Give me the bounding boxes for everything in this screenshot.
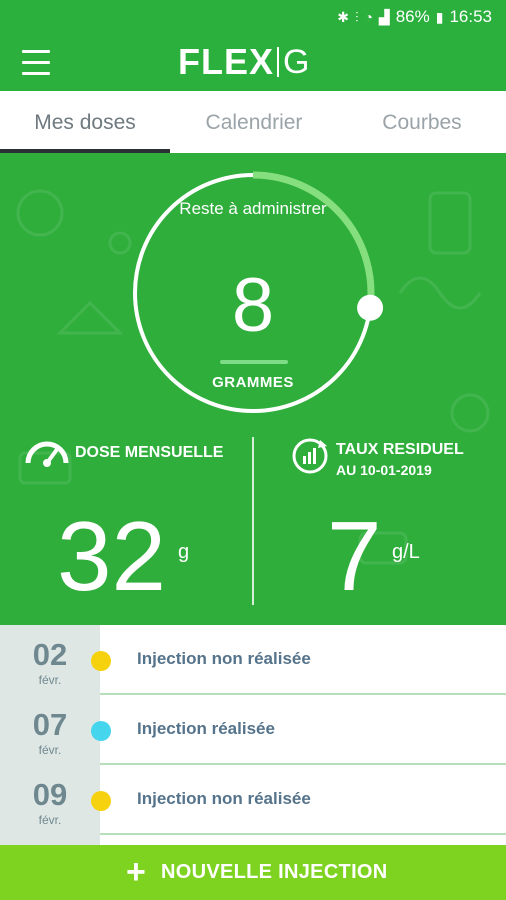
taux-residuel-label: TAUX RESIDUEL AU 10-01-2019 <box>336 440 464 480</box>
taux-residuel-date-line: AU 10-01-2019 <box>336 460 464 480</box>
row-month: févr. <box>38 673 62 687</box>
list-item[interactable]: 09 févr. Injection non réalisée <box>0 765 506 835</box>
ring-title: Reste à administrer <box>179 199 327 218</box>
ring-unit: GRAMMES <box>212 374 294 391</box>
ring-underline <box>220 360 288 364</box>
row-status: Injection réalisée <box>137 719 275 738</box>
list-item[interactable]: 07 févr. Injection réalisée <box>0 695 506 765</box>
row-day: 07 <box>32 707 68 742</box>
row-month: févr. <box>38 813 62 827</box>
row-status: Injection non réalisée <box>137 789 311 808</box>
status-dot-icon <box>91 651 111 671</box>
taux-residuel-value: 7 <box>327 501 382 611</box>
ring-value: 8 <box>231 263 275 348</box>
ring-handle[interactable] <box>357 294 384 321</box>
row-separator <box>100 833 506 835</box>
metrics-divider <box>252 437 254 605</box>
status-dot-icon <box>91 721 111 741</box>
new-injection-button[interactable]: + NOUVELLE INJECTION <box>0 845 506 900</box>
chart-refresh-icon <box>292 438 328 474</box>
gauge-icon <box>25 441 69 467</box>
taux-residuel-title: TAUX RESIDUEL <box>336 441 464 458</box>
injection-list: 02 févr. Injection non réalisée 07 févr.… <box>0 625 506 845</box>
taux-residuel-date: 10-01-2019 <box>360 462 432 478</box>
list-item[interactable]: 02 févr. Injection non réalisée <box>0 625 506 695</box>
taux-residuel-unit: g/L <box>392 541 420 563</box>
plus-icon: + <box>126 853 146 891</box>
row-day: 09 <box>32 777 68 812</box>
row-day: 02 <box>32 637 68 672</box>
taux-residuel-prefix: AU <box>336 462 357 478</box>
dose-mensuelle-unit: g <box>178 541 190 563</box>
row-month: févr. <box>38 743 62 757</box>
status-dot-icon <box>91 791 111 811</box>
dose-mensuelle-label: DOSE MENSUELLE <box>75 444 224 461</box>
new-injection-label: NOUVELLE INJECTION <box>161 861 388 883</box>
row-status: Injection non réalisée <box>137 649 311 668</box>
dose-mensuelle-value: 32 <box>57 501 167 611</box>
